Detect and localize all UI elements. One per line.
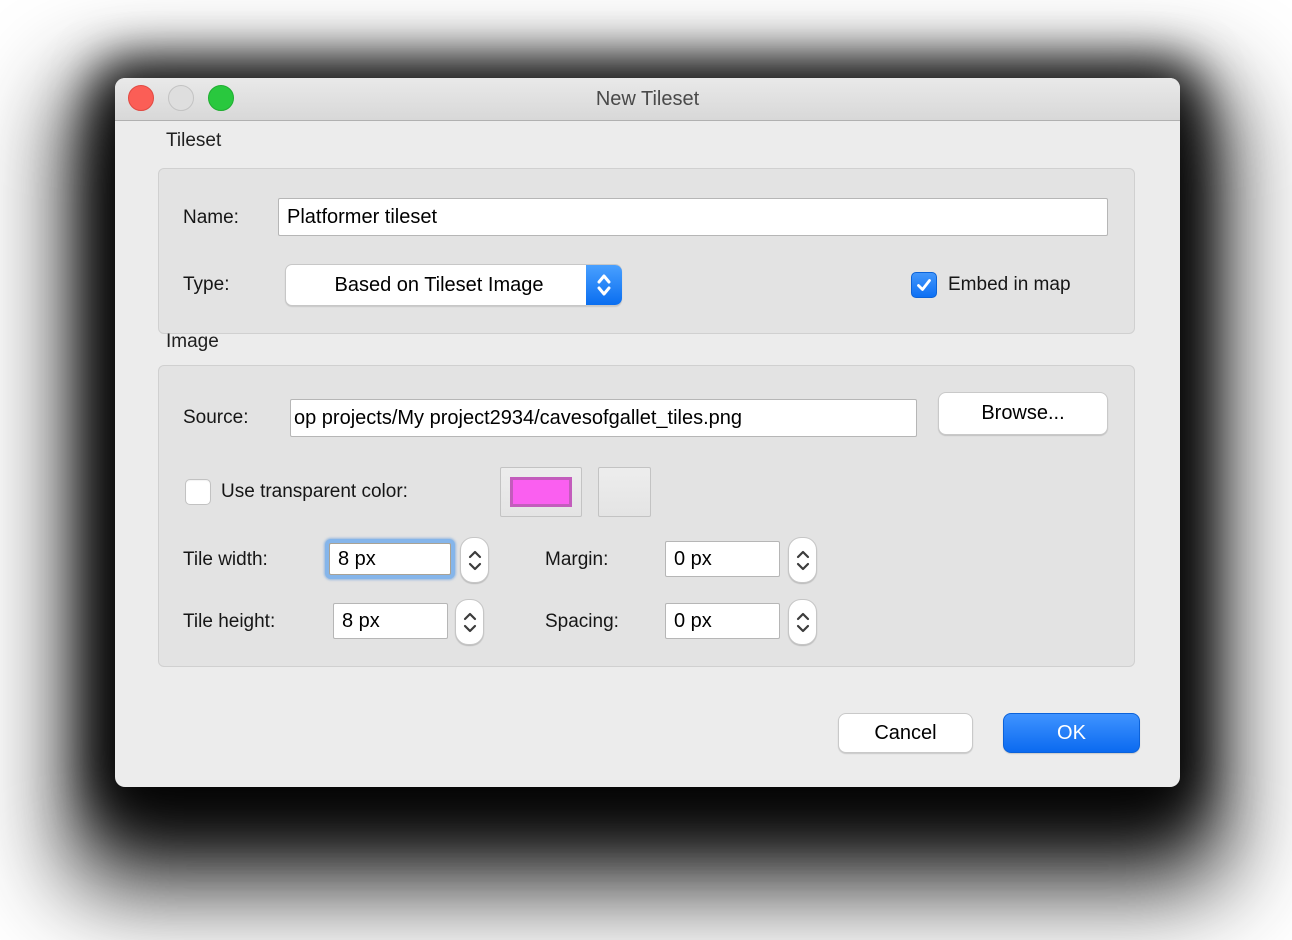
tile-height-label: Tile height: [183, 611, 275, 633]
chevron-down-icon [463, 624, 477, 633]
tile-height-stepper[interactable] [455, 599, 484, 645]
margin-stepper[interactable] [788, 537, 817, 583]
type-dropdown[interactable]: Based on Tileset Image [285, 264, 622, 306]
source-input[interactable] [290, 399, 917, 437]
window-title: New Tileset [115, 78, 1180, 120]
embed-in-map-checkbox[interactable] [911, 272, 937, 298]
name-input[interactable] [278, 198, 1108, 236]
ok-button[interactable]: OK [1003, 713, 1140, 753]
spacing-input[interactable] [665, 603, 780, 639]
tile-height-input[interactable] [333, 603, 448, 639]
browse-button[interactable]: Browse... [938, 392, 1108, 435]
margin-label: Margin: [545, 549, 608, 571]
use-transparent-color-checkbox[interactable] [185, 479, 211, 505]
chevron-up-icon [468, 550, 482, 559]
tileset-group-label: Tileset [166, 130, 221, 152]
margin-input[interactable] [665, 541, 780, 577]
name-label: Name: [183, 207, 239, 229]
source-label: Source: [183, 407, 248, 429]
chevron-up-icon [796, 612, 810, 621]
chevron-down-icon [468, 562, 482, 571]
new-tileset-dialog: New Tileset Tileset Name: Type: Based on… [115, 78, 1180, 787]
spacing-label: Spacing: [545, 611, 619, 633]
checkmark-icon [915, 276, 933, 294]
title-bar[interactable]: New Tileset [115, 78, 1180, 121]
cancel-button[interactable]: Cancel [838, 713, 973, 753]
image-group-label: Image [166, 331, 219, 353]
spacing-stepper[interactable] [788, 599, 817, 645]
embed-in-map-label: Embed in map [948, 274, 1071, 296]
chevron-up-icon [796, 550, 810, 559]
chevron-down-icon [796, 624, 810, 633]
transparent-color-swatch-button[interactable] [500, 467, 582, 517]
magenta-color-swatch [510, 477, 572, 507]
tileset-groupbox [158, 168, 1135, 334]
tile-width-stepper[interactable] [460, 537, 489, 583]
dropdown-arrows-icon [586, 265, 622, 305]
chevron-up-icon [463, 612, 477, 621]
type-dropdown-value: Based on Tileset Image [286, 274, 586, 297]
type-label: Type: [183, 274, 229, 296]
tile-width-input[interactable] [329, 543, 451, 575]
chevron-down-icon [796, 562, 810, 571]
tile-width-focus-ring [325, 539, 455, 579]
tile-width-label: Tile width: [183, 549, 268, 571]
use-transparent-color-label: Use transparent color: [221, 481, 408, 503]
color-picker-button[interactable] [598, 467, 651, 517]
